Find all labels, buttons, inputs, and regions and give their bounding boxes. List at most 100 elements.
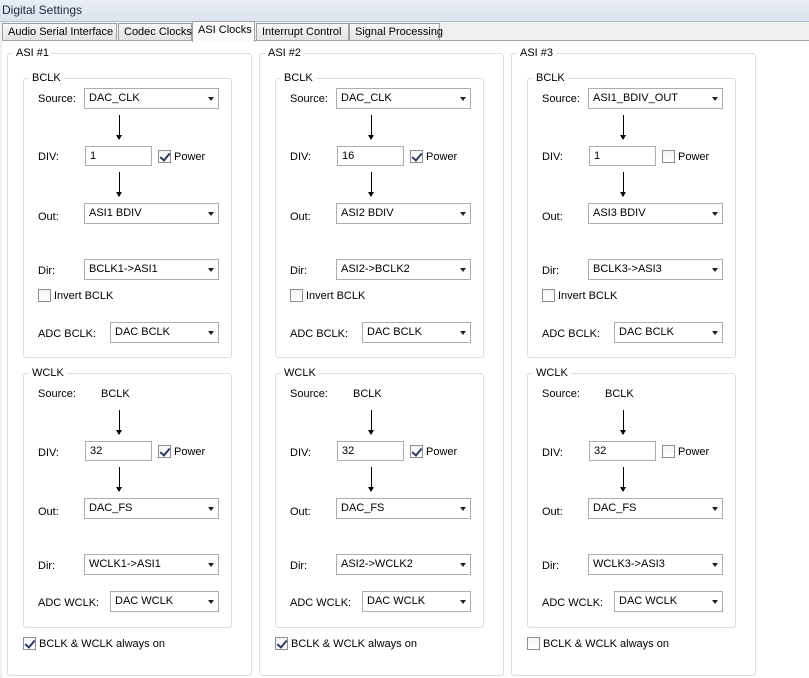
down-arrow-icon: [620, 467, 626, 492]
asi3-adc-bclk-value: DAC BCLK: [619, 326, 675, 338]
asi1-wclk-out-value: DAC_FS: [89, 502, 133, 514]
asi1-wclk-dir-select[interactable]: WCLK1->ASI1: [84, 554, 219, 575]
asi2-adc-bclk-value: DAC BCLK: [367, 326, 423, 338]
asi2-wclk-power-label: Power: [426, 446, 458, 458]
asi2-adc-bclk-label: ADC BCLK:: [290, 328, 349, 340]
asi3-bclk-div-input[interactable]: 1: [589, 146, 656, 166]
asi2-wclk-out-select[interactable]: DAC_FS: [336, 498, 471, 519]
asi3-title: ASI #3: [517, 47, 557, 60]
chevron-down-icon: [712, 212, 718, 216]
down-arrow-icon: [368, 467, 374, 492]
asi2-bclk-power-label: Power: [426, 151, 458, 163]
tab-audio-serial-interface[interactable]: Audio Serial Interface: [2, 23, 117, 40]
asi1-bclk-source-select[interactable]: DAC_CLK: [84, 88, 219, 109]
asi1-adc-bclk-select[interactable]: DAC BCLK: [110, 322, 219, 343]
asi3-wclk-power-checkbox[interactable]: [662, 445, 675, 458]
chevron-down-icon: [208, 268, 214, 272]
asi3-adc-bclk-select[interactable]: DAC BCLK: [614, 322, 723, 343]
chevron-down-icon: [208, 97, 214, 101]
asi3-adc-wclk-select[interactable]: DAC WCLK: [614, 591, 723, 612]
asi2-wclk-div-value: 32: [342, 445, 355, 457]
asi3-wclk-div-input[interactable]: 32: [589, 441, 656, 461]
asi1-wclk-out-select[interactable]: DAC_FS: [84, 498, 219, 519]
chevron-down-icon: [712, 600, 718, 604]
window-title: Digital Settings: [2, 3, 83, 17]
asi1-bclk-div-value: 1: [90, 150, 97, 162]
asi3-wclk-dir-select[interactable]: WCLK3->ASI3: [588, 554, 723, 575]
chevron-down-icon: [460, 331, 466, 335]
tab-signal-processing[interactable]: Signal Processing: [349, 23, 443, 40]
asi2-adc-wclk-label: ADC WCLK:: [290, 597, 352, 609]
asi3-always-on-checkbox[interactable]: [527, 637, 540, 650]
asi1-invert-bclk-checkbox[interactable]: [38, 289, 51, 302]
chevron-down-icon: [460, 97, 466, 101]
asi1-bclk-out-label: Out:: [38, 211, 59, 223]
asi2-adc-bclk-select[interactable]: DAC BCLK: [362, 322, 471, 343]
asi1-adc-bclk-value: DAC BCLK: [115, 326, 171, 338]
asi3-always-on-label: BCLK & WCLK always on: [543, 638, 669, 650]
tab-asi-clocks[interactable]: ASI Clocks: [192, 21, 255, 42]
asi2-wclk-dir-select[interactable]: ASI2->WCLK2: [336, 554, 471, 575]
asi2-bclk-out-value: ASI2 BDIV: [341, 207, 394, 219]
asi1-always-on-checkbox[interactable]: [23, 637, 36, 650]
asi1-always-on-label: BCLK & WCLK always on: [39, 638, 165, 650]
asi3-bclk-out-value: ASI3 BDIV: [593, 207, 646, 219]
asi3-bclk-title: BCLK: [533, 72, 568, 85]
asi2-wclk-div-input[interactable]: 32: [337, 441, 404, 461]
asi2-wclk-source-value: BCLK: [353, 388, 382, 400]
down-arrow-icon: [620, 410, 626, 435]
asi2-bclk-div-input[interactable]: 16: [337, 146, 404, 166]
asi3-invert-bclk-checkbox[interactable]: [542, 289, 555, 302]
asi1-bclk-div-input[interactable]: 1: [85, 146, 152, 166]
tab-strip: Audio Serial Interface Codec Clocks ASI …: [0, 21, 809, 42]
asi2-bclk-source-value: DAC_CLK: [341, 92, 392, 104]
asi3-bclk-power-checkbox[interactable]: [662, 150, 675, 163]
down-arrow-icon: [368, 172, 374, 197]
asi2-bclk-out-label: Out:: [290, 211, 311, 223]
asi2-bclk-power-checkbox[interactable]: [410, 150, 423, 163]
asi3-bclk-source-value: ASI1_BDIV_OUT: [593, 92, 678, 104]
asi2-bclk-title: BCLK: [281, 72, 316, 85]
chevron-down-icon: [712, 331, 718, 335]
asi3-bclk-dir-select[interactable]: BCLK3->ASI3: [588, 259, 723, 280]
down-arrow-icon: [620, 172, 626, 197]
asi1-bclk-dir-value: BCLK1->ASI1: [89, 263, 158, 275]
chevron-down-icon: [460, 600, 466, 604]
asi3-wclk-out-select[interactable]: DAC_FS: [588, 498, 723, 519]
asi1-wclk-div-input[interactable]: 32: [85, 441, 152, 461]
down-arrow-icon: [620, 115, 626, 140]
asi3-adc-wclk-value: DAC WCLK: [619, 595, 678, 607]
asi1-adc-wclk-select[interactable]: DAC WCLK: [110, 591, 219, 612]
chevron-down-icon: [460, 212, 466, 216]
asi1-wclk-dir-label: Dir:: [38, 560, 56, 572]
asi2-bclk-out-select[interactable]: ASI2 BDIV: [336, 203, 471, 224]
asi3-bclk-out-select[interactable]: ASI3 BDIV: [588, 203, 723, 224]
tab-codec-clocks[interactable]: Codec Clocks: [118, 23, 192, 40]
down-arrow-icon: [368, 410, 374, 435]
asi1-bclk-power-checkbox[interactable]: [158, 150, 171, 163]
asi2-adc-wclk-select[interactable]: DAC WCLK: [362, 591, 471, 612]
tab-interrupt-control[interactable]: Interrupt Control: [256, 23, 349, 40]
asi2-wclk-power-checkbox[interactable]: [410, 445, 423, 458]
asi3-wclk-div-label: DIV:: [542, 447, 563, 459]
asi1-bclk-out-select[interactable]: ASI1 BDIV: [84, 203, 219, 224]
asi2-bclk-source-label: Source:: [290, 93, 328, 105]
asi2-bclk-dir-select[interactable]: ASI2->BCLK2: [336, 259, 471, 280]
asi3-bclk-div-value: 1: [594, 150, 601, 162]
asi2-always-on-label: BCLK & WCLK always on: [291, 638, 417, 650]
asi1-adc-wclk-label: ADC WCLK:: [38, 597, 100, 609]
asi1-wclk-power-checkbox[interactable]: [158, 445, 171, 458]
asi2-bclk-div-label: DIV:: [290, 151, 311, 163]
asi3-wclk-title: WCLK: [533, 367, 571, 380]
asi1-wclk-power-label: Power: [174, 446, 206, 458]
asi2-always-on-checkbox[interactable]: [275, 637, 288, 650]
asi3-bclk-source-select[interactable]: ASI1_BDIV_OUT: [588, 88, 723, 109]
asi2-wclk-dir-value: ASI2->WCLK2: [341, 558, 413, 570]
asi1-bclk-dir-select[interactable]: BCLK1->ASI1: [84, 259, 219, 280]
asi2-wclk-div-label: DIV:: [290, 447, 311, 459]
asi3-adc-wclk-label: ADC WCLK:: [542, 597, 604, 609]
asi2-invert-bclk-checkbox[interactable]: [290, 289, 303, 302]
asi2-bclk-source-select[interactable]: DAC_CLK: [336, 88, 471, 109]
asi1-bclk-power-label: Power: [174, 151, 206, 163]
asi3-bclk-source-label: Source:: [542, 93, 580, 105]
